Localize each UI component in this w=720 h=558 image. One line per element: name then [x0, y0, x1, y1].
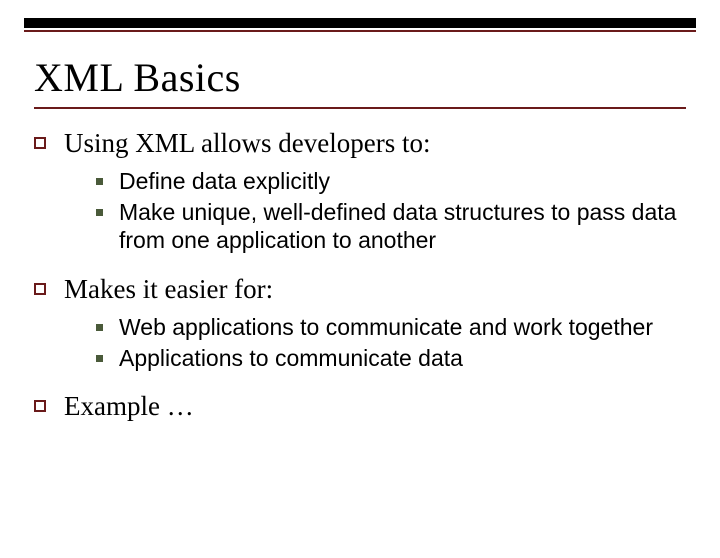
top-rule — [24, 18, 696, 28]
sub-item-text: Define data explicitly — [119, 167, 330, 196]
title-area: XML Basics — [34, 54, 686, 109]
list-item: Applications to communicate data — [96, 344, 686, 373]
list-item-text: Using XML allows developers to: — [64, 127, 686, 161]
list-item-body: Using XML allows developers to: Define d… — [64, 127, 686, 265]
content-area: Using XML allows developers to: Define d… — [34, 127, 686, 424]
bullet-list-level2: Web applications to communicate and work… — [96, 313, 686, 373]
small-square-bullet-icon — [96, 209, 103, 216]
list-item: Using XML allows developers to: Define d… — [34, 127, 686, 265]
sub-item-text: Make unique, well-defined data structure… — [119, 198, 686, 256]
list-item-body: Example … — [64, 390, 686, 424]
list-item: Make unique, well-defined data structure… — [96, 198, 686, 256]
slide-title: XML Basics — [34, 54, 686, 101]
square-bullet-icon — [34, 283, 46, 295]
list-item: Makes it easier for: Web applications to… — [34, 273, 686, 382]
list-item-text: Makes it easier for: — [64, 273, 686, 307]
slide: XML Basics Using XML allows developers t… — [0, 18, 720, 558]
list-item: Example … — [34, 390, 686, 424]
square-bullet-icon — [34, 137, 46, 149]
sub-item-text: Web applications to communicate and work… — [119, 313, 653, 342]
sub-item-text: Applications to communicate data — [119, 344, 463, 373]
small-square-bullet-icon — [96, 324, 103, 331]
list-item: Web applications to communicate and work… — [96, 313, 686, 342]
list-item-text: Example … — [64, 390, 686, 424]
small-square-bullet-icon — [96, 355, 103, 362]
small-square-bullet-icon — [96, 178, 103, 185]
bullet-list-level1: Using XML allows developers to: Define d… — [34, 127, 686, 424]
list-item-body: Makes it easier for: Web applications to… — [64, 273, 686, 382]
bullet-list-level2: Define data explicitly Make unique, well… — [96, 167, 686, 255]
list-item: Define data explicitly — [96, 167, 686, 196]
top-underline — [24, 30, 696, 32]
square-bullet-icon — [34, 400, 46, 412]
